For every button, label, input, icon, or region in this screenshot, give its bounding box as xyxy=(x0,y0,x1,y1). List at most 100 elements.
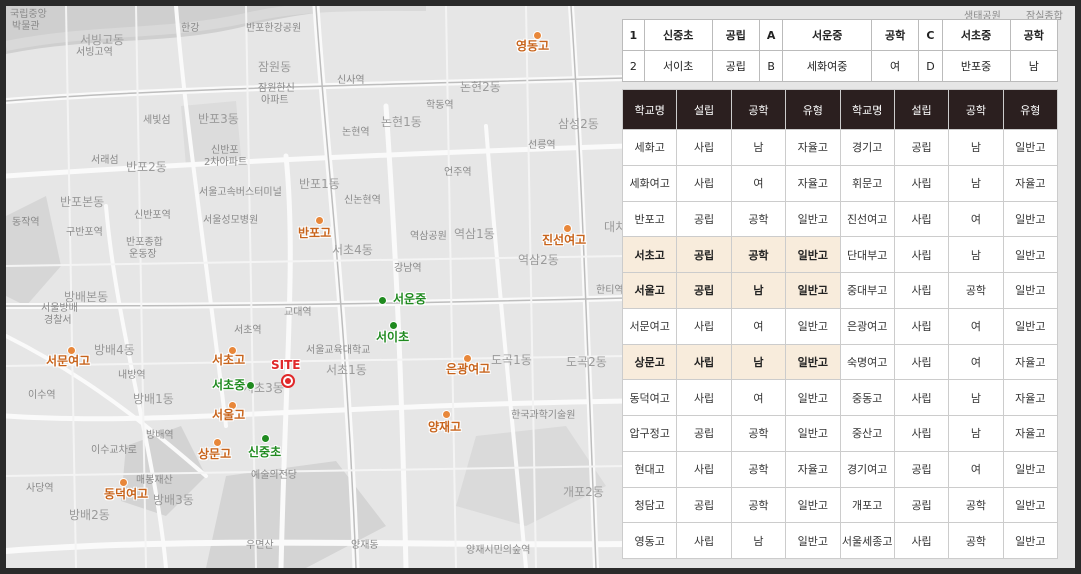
map-area-label: 운동장 xyxy=(129,249,157,260)
table-cell: 남 xyxy=(948,129,1004,166)
map-area-label: 서울방배 xyxy=(41,303,78,314)
school-dot-icon xyxy=(378,296,387,305)
table-cell: 은광여고 xyxy=(839,307,895,345)
legend-cell: 서이초 xyxy=(643,50,713,82)
map-area-label: 내방역 xyxy=(118,370,146,381)
legend-row: 1 신중초 공립 A 서운중 공학 C 서초중 공학 xyxy=(622,19,1059,51)
table-cell: 중동고 xyxy=(839,379,895,416)
table-cell: 세화여고 xyxy=(621,164,678,202)
table-cell: 일반고 xyxy=(785,415,841,452)
school-table-header-cell: 학교명 xyxy=(839,89,895,130)
table-cell: 공학 xyxy=(730,200,787,238)
school-marker-label: 서초고 xyxy=(212,353,246,367)
school-marker-label: 영동고 xyxy=(516,39,550,53)
table-cell: 자율고 xyxy=(785,164,841,202)
table-cell: 공학 xyxy=(730,450,787,488)
legend-cell: 서초중 xyxy=(941,19,1011,51)
map-area-label: 언주역 xyxy=(444,167,472,178)
table-cell: 여 xyxy=(948,343,1004,381)
map-area-label: 동작역 xyxy=(12,217,40,228)
map-area-label: 매봉재산 xyxy=(136,475,173,486)
map-area-label: 삼성2동 xyxy=(558,117,599,131)
table-cell: 남 xyxy=(730,272,787,309)
map-area-label: 강남역 xyxy=(394,263,422,274)
table-cell: 여 xyxy=(730,164,787,202)
map-area-label: 서빙고동 xyxy=(80,33,125,47)
table-cell: 자율고 xyxy=(785,450,841,488)
table-cell: 공학 xyxy=(948,272,1004,309)
map-area-label: 논현2동 xyxy=(460,80,501,94)
table-row: 서문여고 사립 여 일반고 은광여고 사립 여 일반고 xyxy=(621,307,1059,345)
map-area-label: 방배역 xyxy=(146,430,174,441)
table-cell: 남 xyxy=(730,522,787,559)
table-row: 서울고 공립 남 일반고 중대부고 사립 공학 일반고 xyxy=(621,272,1059,309)
table-cell: 압구정고 xyxy=(621,415,678,452)
table-cell: 자율고 xyxy=(1002,164,1059,202)
table-cell: 동덕여고 xyxy=(621,379,678,416)
map-area-label: 방배본동 xyxy=(64,290,109,304)
table-cell: 사립 xyxy=(893,272,950,309)
map-area-label: 반포종합 xyxy=(126,237,163,248)
table-cell: 세화고 xyxy=(621,129,678,166)
table-cell: 사립 xyxy=(893,343,950,381)
table-cell: 남 xyxy=(948,236,1004,273)
school-dot-icon xyxy=(261,434,270,443)
table-cell: 사립 xyxy=(893,522,950,559)
school-marker-label: 동덕여고 xyxy=(104,487,149,501)
table-cell: 공립 xyxy=(676,236,732,273)
table-cell: 일반고 xyxy=(1002,129,1059,166)
table-row: 청담고 공립 공학 일반고 개포고 공립 공학 일반고 xyxy=(621,486,1059,524)
legend-table: 1 신중초 공립 A 서운중 공학 C 서초중 공학 2 서이초 공립 B 세화여중 여 D 반포중 남 xyxy=(622,19,1059,82)
table-cell: 진선여고 xyxy=(839,200,895,238)
map-area-label: 아파트 xyxy=(261,95,289,106)
table-row: 세화고 사립 남 자율고 경기고 공립 남 일반고 xyxy=(621,129,1059,166)
map-area-label: 서초역 xyxy=(234,325,262,336)
table-row: 영동고 사립 남 일반고 서울세종고 사립 공학 일반고 xyxy=(621,522,1059,559)
school-marker-label: 은광여고 xyxy=(446,362,491,376)
table-cell: 일반고 xyxy=(785,200,841,238)
legend-cell: 서운중 xyxy=(782,19,872,51)
map-area-label: 반포1동 xyxy=(299,177,340,191)
table-cell: 일반고 xyxy=(785,486,841,524)
table-cell: 영동고 xyxy=(621,522,678,559)
map-area-label: 서빙고역 xyxy=(76,47,113,58)
table-cell: 사립 xyxy=(893,415,950,452)
table-cell: 자율고 xyxy=(1002,415,1059,452)
table-cell: 공립 xyxy=(893,486,950,524)
table-cell: 현대고 xyxy=(621,450,678,488)
legend-cell: 공학 xyxy=(1009,19,1059,51)
table-row: 현대고 사립 공학 자율고 경기여고 공립 여 일반고 xyxy=(621,450,1059,488)
table-cell: 공학 xyxy=(948,522,1004,559)
map-area-label: 서울고속버스터미널 xyxy=(199,187,282,198)
map-area-label: 양재시민의숲역 xyxy=(466,545,531,556)
school-dot-icon xyxy=(246,381,255,390)
table-cell: 사립 xyxy=(676,379,732,416)
site-label: SITE xyxy=(271,358,301,372)
school-table-header: 학교명 설립 공학 유형 학교명 설립 공학 유형 xyxy=(621,89,1059,130)
site-marker[interactable] xyxy=(281,374,295,388)
legend-row: 2 서이초 공립 B 세화여중 여 D 반포중 남 xyxy=(622,50,1059,82)
school-table-header-cell: 유형 xyxy=(1002,89,1059,130)
table-row: 세화여고 사립 여 자율고 휘문고 사립 남 자율고 xyxy=(621,164,1059,202)
table-cell: 공립 xyxy=(676,415,732,452)
school-marker-label: 신중초 xyxy=(248,445,282,459)
map-area-label: 개포2동 xyxy=(563,485,604,499)
table-cell: 공학 xyxy=(730,415,787,452)
map-area-label: 신사역 xyxy=(337,75,365,86)
table-cell: 사립 xyxy=(676,307,732,345)
table-cell: 공학 xyxy=(948,486,1004,524)
table-cell: 서문여고 xyxy=(621,307,678,345)
map-area-label: 반포한강공원 xyxy=(246,23,302,34)
table-cell: 반포고 xyxy=(621,200,678,238)
map-area-label: 경찰서 xyxy=(44,315,72,326)
map-area-label: 역삼2동 xyxy=(518,253,559,267)
school-dot-icon xyxy=(315,216,324,225)
table-cell: 사립 xyxy=(676,129,732,166)
map-area-label: 역삼1동 xyxy=(454,227,495,241)
table-cell: 공립 xyxy=(676,272,732,309)
map-area-label: 한티역 xyxy=(596,285,624,296)
legend-cell: 공학 xyxy=(870,19,920,51)
table-cell: 공학 xyxy=(730,236,787,273)
map-area-label: 도곡1동 xyxy=(491,353,532,367)
table-cell: 자율고 xyxy=(1002,379,1059,416)
